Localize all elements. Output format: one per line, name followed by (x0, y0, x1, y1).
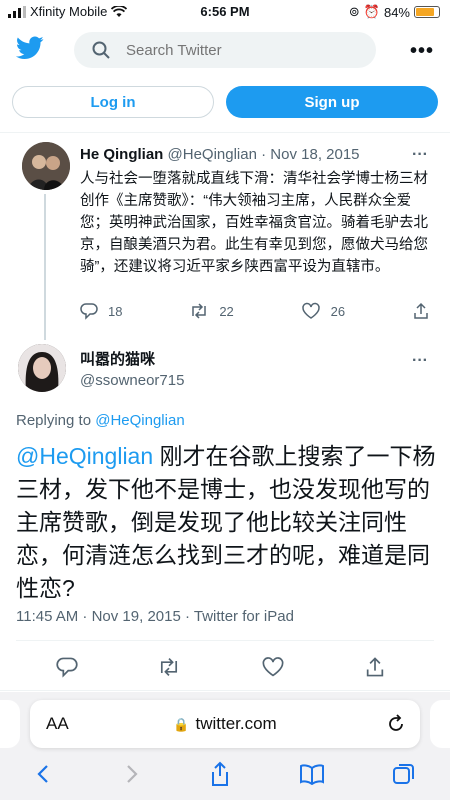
safari-toolbar (0, 756, 450, 792)
avatar-photo-icon (22, 142, 70, 190)
parent-author-handle[interactable]: @HeQinglian (168, 146, 257, 163)
parent-tweet-text: 人与社会一堕落就成直线下滑：清华社会学博士杨三材创作《主席赞歌》：“伟大领袖习主… (80, 171, 428, 275)
signup-button[interactable]: Sign up (226, 86, 438, 118)
mention-link[interactable]: @HeQinglian (16, 443, 153, 469)
header-separator: · (256, 146, 271, 163)
parent-tweet-date[interactable]: Nov 18, 2015 (270, 146, 359, 163)
auth-buttons: Log in Sign up (12, 86, 438, 120)
author-handle[interactable]: @ssowneor715 (80, 372, 184, 389)
twitter-header: ••• (0, 28, 450, 68)
tweet-timestamp[interactable]: 11:45 AM · Nov 19, 2015 · Twitter for iP… (16, 608, 294, 625)
heart-icon (301, 302, 320, 319)
share-icon[interactable] (364, 656, 386, 678)
replying-mention-link[interactable]: @HeQinglian (95, 412, 184, 429)
previous-tab-card[interactable] (0, 700, 20, 748)
back-icon[interactable] (34, 763, 54, 785)
divider (0, 690, 450, 691)
share-icon (414, 302, 428, 319)
bookmarks-icon[interactable] (299, 763, 325, 785)
more-menu-icon[interactable]: ••• (410, 40, 434, 63)
replying-prefix: Replying to (16, 412, 96, 429)
login-button[interactable]: Log in (12, 86, 214, 118)
heart-icon[interactable] (261, 656, 285, 678)
address-bar[interactable]: AA 🔒 twitter.com (30, 700, 420, 748)
alarm-icon: ⏰ (363, 4, 380, 19)
url-text: twitter.com (195, 714, 277, 733)
retweet-button[interactable]: 22 (189, 302, 234, 320)
author-name[interactable]: 叫嚣的猫咪 (80, 348, 155, 369)
battery-icon (414, 6, 440, 18)
status-right-group: ⊚ ⏰ 84% (349, 4, 440, 20)
tweet-more-icon[interactable]: ··· (412, 352, 428, 370)
parent-more-icon[interactable]: ··· (412, 146, 428, 164)
search-input[interactable] (126, 41, 346, 59)
tweet-actions (56, 656, 386, 678)
next-tab-card[interactable] (430, 700, 450, 748)
tweet-text: @HeQinglian 刚才在谷歌上搜索了一下杨三材，发下他不是博士，也没发现他… (16, 440, 436, 605)
replying-to: Replying to @HeQinglian (16, 412, 185, 429)
reply-icon[interactable] (56, 656, 78, 678)
reload-icon[interactable] (386, 712, 406, 734)
avatar[interactable] (18, 344, 66, 392)
search-icon (92, 41, 110, 59)
lock-icon: 🔒 (173, 717, 190, 732)
avatar-photo-icon (18, 344, 66, 392)
reply-icon (80, 303, 98, 320)
url-display[interactable]: 🔒 twitter.com (30, 714, 420, 734)
reply-button[interactable]: 18 (80, 302, 122, 320)
parent-tweet-actions: 18 22 26 (80, 302, 430, 320)
tabs-icon[interactable] (392, 762, 416, 786)
retweet-icon[interactable] (157, 656, 181, 678)
orientation-lock-icon: ⊚ (348, 4, 360, 19)
search-box[interactable] (74, 32, 376, 68)
like-button[interactable]: 26 (301, 302, 345, 320)
divider (16, 640, 434, 641)
twitter-bird-icon[interactable] (16, 36, 44, 60)
parent-author-name[interactable]: He Qinglian (80, 146, 163, 163)
retweet-icon (192, 303, 207, 319)
divider (0, 132, 450, 133)
retweet-count: 22 (219, 303, 234, 319)
safari-chrome: AA 🔒 twitter.com (0, 692, 450, 800)
status-bar: Xfinity Mobile 6:56 PM ⊚ ⏰ 84% (0, 0, 450, 24)
parent-tweet-header: He Qinglian @HeQinglian · Nov 18, 2015 (80, 146, 360, 163)
share-button[interactable] (412, 302, 430, 320)
like-count: 26 (330, 303, 346, 319)
share-icon[interactable] (209, 761, 231, 787)
battery-fill (416, 8, 434, 16)
avatar[interactable] (22, 142, 70, 190)
thread-line (44, 194, 46, 340)
forward-icon[interactable] (121, 763, 141, 785)
reply-count: 18 (108, 303, 123, 319)
battery-percent: 84% (383, 4, 410, 20)
